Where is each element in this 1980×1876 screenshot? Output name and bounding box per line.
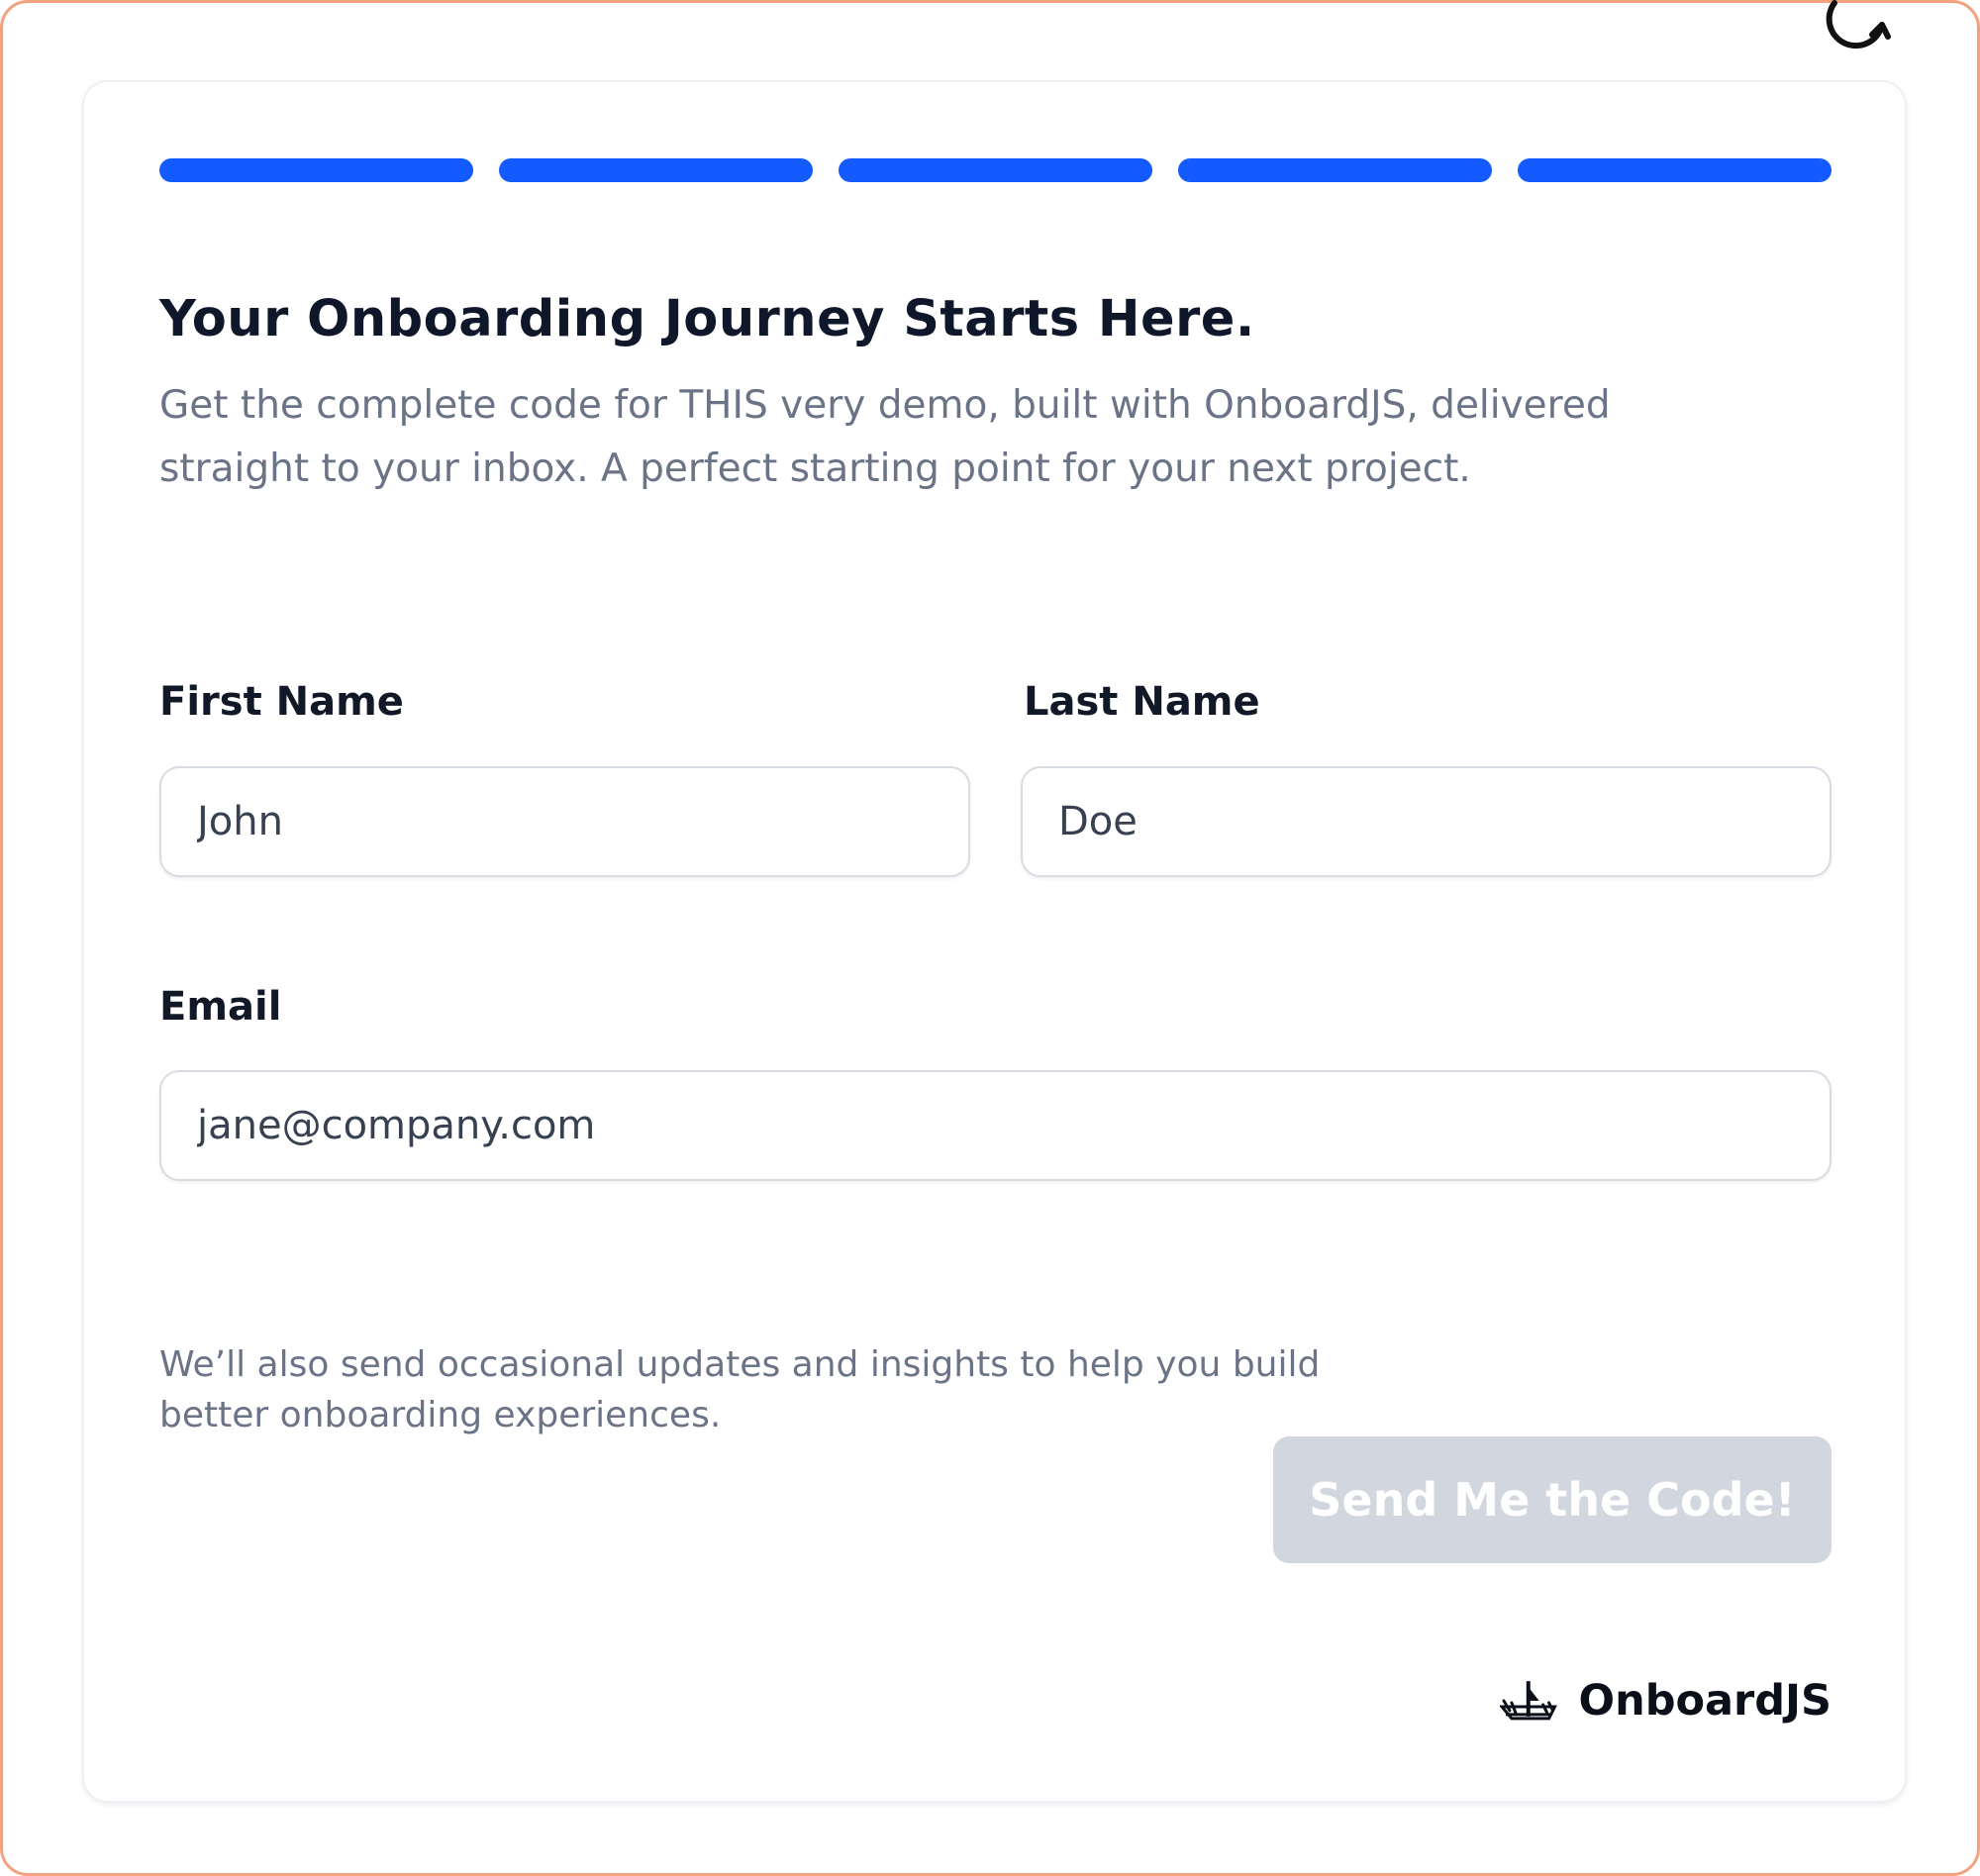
last-name-label: Last Name	[1024, 679, 1260, 725]
email-label: Email	[159, 984, 282, 1030]
step-progress-bar	[159, 158, 1832, 182]
page-subtitle: Get the complete code for THIS very demo…	[159, 383, 1611, 491]
onboardjs-logo-icon	[1500, 1681, 1557, 1721]
updates-note: We’ll also send occasional updates and i…	[159, 1344, 1321, 1435]
onboarding-card: Your Onboarding Journey Starts Here. Get…	[82, 80, 1907, 1803]
send-code-button[interactable]: Send Me the Code!	[1273, 1436, 1832, 1563]
email-input[interactable]	[159, 1070, 1832, 1181]
progress-step-3	[839, 158, 1152, 182]
last-name-input[interactable]	[1021, 766, 1832, 877]
brand-footer: OnboardJS	[1500, 1666, 1832, 1735]
first-name-input[interactable]	[159, 766, 970, 877]
progress-step-1	[159, 158, 473, 182]
first-name-label: First Name	[159, 679, 404, 725]
progress-step-4	[1178, 158, 1492, 182]
refresh-icon[interactable]	[1815, 0, 1909, 67]
brand-name: OnboardJS	[1578, 1676, 1832, 1726]
window-frame: Your Onboarding Journey Starts Here. Get…	[0, 0, 1980, 1876]
progress-step-5	[1518, 158, 1832, 182]
progress-step-2	[499, 158, 813, 182]
page-title: Your Onboarding Journey Starts Here.	[159, 290, 1255, 348]
